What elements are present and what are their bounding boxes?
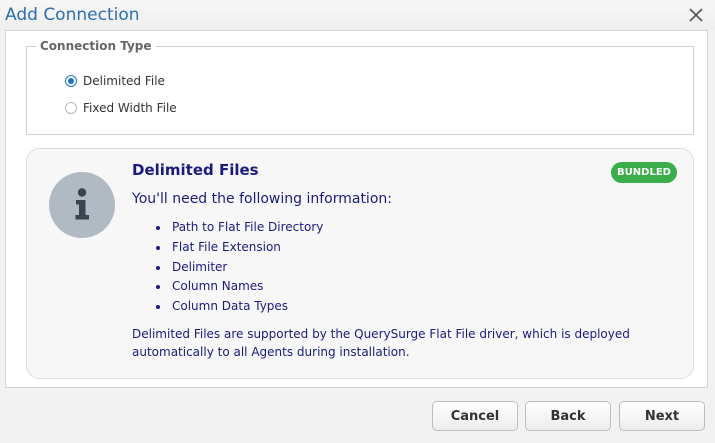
radio-button-selected[interactable] xyxy=(65,75,77,87)
info-icon xyxy=(49,172,115,238)
driver-note: Delimited Files are supported by the Que… xyxy=(132,327,630,359)
dialog-title: Add Connection xyxy=(5,5,140,25)
dialog-titlebar: Add Connection xyxy=(0,0,715,30)
list-item: Path to Flat File Directory xyxy=(152,218,323,238)
connection-type-group: Connection Type Delimited File Fixed Wid… xyxy=(26,39,694,135)
list-item: Column Names xyxy=(152,277,323,297)
cancel-button[interactable]: Cancel xyxy=(432,401,518,431)
list-item: Column Data Types xyxy=(152,297,323,317)
radio-delimited-file[interactable]: Delimited File xyxy=(65,72,165,90)
close-icon xyxy=(689,8,703,22)
requirements-list: Path to Flat File Directory Flat File Ex… xyxy=(152,218,323,317)
radio-fixed-width-file[interactable]: Fixed Width File xyxy=(65,99,177,117)
next-button[interactable]: Next xyxy=(619,401,705,431)
requirements-heading: You'll need the following information: xyxy=(132,191,392,207)
back-button[interactable]: Back xyxy=(525,401,611,431)
dialog-content: Connection Type Delimited File Fixed Wid… xyxy=(5,30,708,388)
info-card: Delimited Files BUNDLED You'll need the … xyxy=(26,148,694,379)
close-button[interactable] xyxy=(686,5,706,25)
list-item: Flat File Extension xyxy=(152,238,323,258)
bundled-badge: BUNDLED xyxy=(611,162,677,183)
connection-type-legend: Connection Type xyxy=(36,39,156,53)
list-item: Delimiter xyxy=(152,258,323,278)
radio-button-unselected[interactable] xyxy=(65,102,77,114)
add-connection-dialog: Add Connection Connection Type Delimited… xyxy=(0,0,715,443)
radio-label-fixed-width-file: Fixed Width File xyxy=(83,101,177,115)
info-card-title: Delimited Files xyxy=(132,161,259,179)
radio-label-delimited-file: Delimited File xyxy=(83,74,165,88)
